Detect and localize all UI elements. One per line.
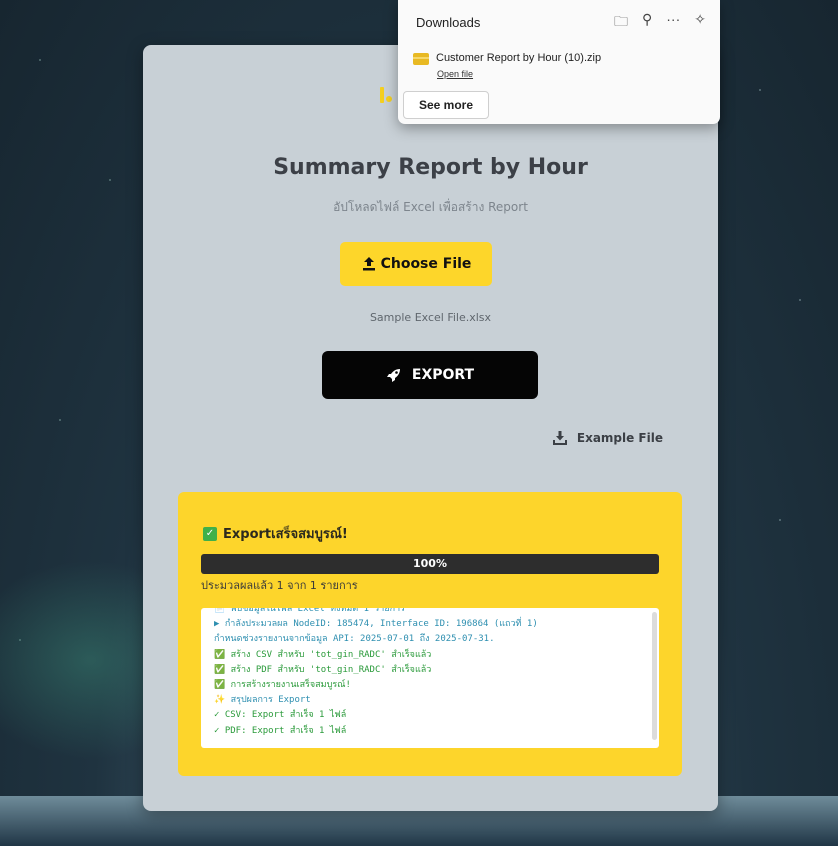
- pin-icon[interactable]: ✧: [694, 11, 706, 35]
- log-line: กำหนดช่วงรายงานจากข้อมูล API: 2025-07-01…: [214, 634, 495, 645]
- log-line: ✅ การสร้างรายงานเสร็จสมบูรณ์!: [214, 680, 351, 691]
- choose-file-button[interactable]: Choose File: [340, 242, 492, 286]
- log-line: 📄 พบข้อมูลในไฟล์ Excel ทั้งหมด 1 รายการ: [214, 608, 405, 614]
- log-line: ✨ สรุปผลการ Export: [214, 695, 311, 706]
- log-lines: 📄 พบข้อมูลในไฟล์ Excel ทั้งหมด 1 รายการ ▶…: [214, 608, 647, 739]
- export-label: EXPORT: [411, 367, 475, 383]
- progress-bar: 100%: [201, 554, 659, 574]
- folder-icon[interactable]: 🗀: [614, 11, 628, 35]
- progress-caption: ประมวลผลแล้ว 1 จาก 1 รายการ: [201, 579, 358, 592]
- check-icon: ✓: [203, 526, 217, 541]
- app-logo: [380, 87, 392, 103]
- log-line: ✓ PDF: Export สำเร็จ 1 ไฟล์: [214, 725, 347, 736]
- downloads-actions: 🗀 ⚲ ··· ✧: [614, 11, 706, 35]
- example-file-label: Example File: [576, 431, 663, 445]
- export-button[interactable]: EXPORT: [322, 351, 538, 399]
- log-scrollbar[interactable]: [652, 612, 657, 740]
- open-file-link[interactable]: Open file: [437, 69, 473, 79]
- choose-file-label: Choose File: [380, 256, 472, 272]
- export-status-panel: ✓ Exportเสร็จสมบูรณ์! 100% ประมวลผลแล้ว …: [178, 492, 682, 776]
- status-heading: ✓ Exportเสร็จสมบูรณ์!: [203, 523, 348, 544]
- log-line: ✅ สร้าง CSV สำหรับ 'tot_gin_RADC' สำเร็จ…: [214, 649, 432, 660]
- export-log[interactable]: 📄 พบข้อมูลในไฟล์ Excel ทั้งหมด 1 รายการ ▶…: [201, 608, 659, 748]
- log-line: ✅ สร้าง PDF สำหรับ 'tot_gin_RADC' สำเร็จ…: [214, 664, 432, 675]
- log-line: ✓ CSV: Export สำเร็จ 1 ไฟล์: [214, 710, 347, 721]
- report-card: Summary Report by Hour อัปโหลดไฟล์ Excel…: [143, 45, 718, 811]
- status-title-text: Exportเสร็จสมบูรณ์!: [223, 527, 348, 542]
- download-icon: [552, 431, 567, 445]
- progress-percent: 100%: [413, 557, 447, 570]
- rocket-icon: [386, 369, 400, 382]
- more-icon[interactable]: ···: [666, 11, 680, 35]
- upload-icon: [362, 257, 375, 271]
- downloads-panel: Downloads 🗀 ⚲ ··· ✧ Customer Report by H…: [398, 0, 720, 124]
- search-icon[interactable]: ⚲: [642, 11, 652, 35]
- downloads-title: Downloads: [416, 15, 481, 30]
- page-subtitle: อัปโหลดไฟล์ Excel เพื่อสร้าง Report: [333, 200, 528, 214]
- download-item-filename[interactable]: Customer Report by Hour (10).zip: [436, 52, 601, 64]
- example-file-link[interactable]: Example File: [552, 431, 663, 445]
- log-line: ▶ กำลังประมวลผล NodeID: 185474, Interfac…: [214, 619, 538, 630]
- see-more-button[interactable]: See more: [403, 91, 489, 119]
- zip-file-icon: [413, 53, 429, 65]
- selected-file-name: Sample Excel File.xlsx: [369, 311, 492, 324]
- page-title: Summary Report by Hour: [273, 155, 588, 180]
